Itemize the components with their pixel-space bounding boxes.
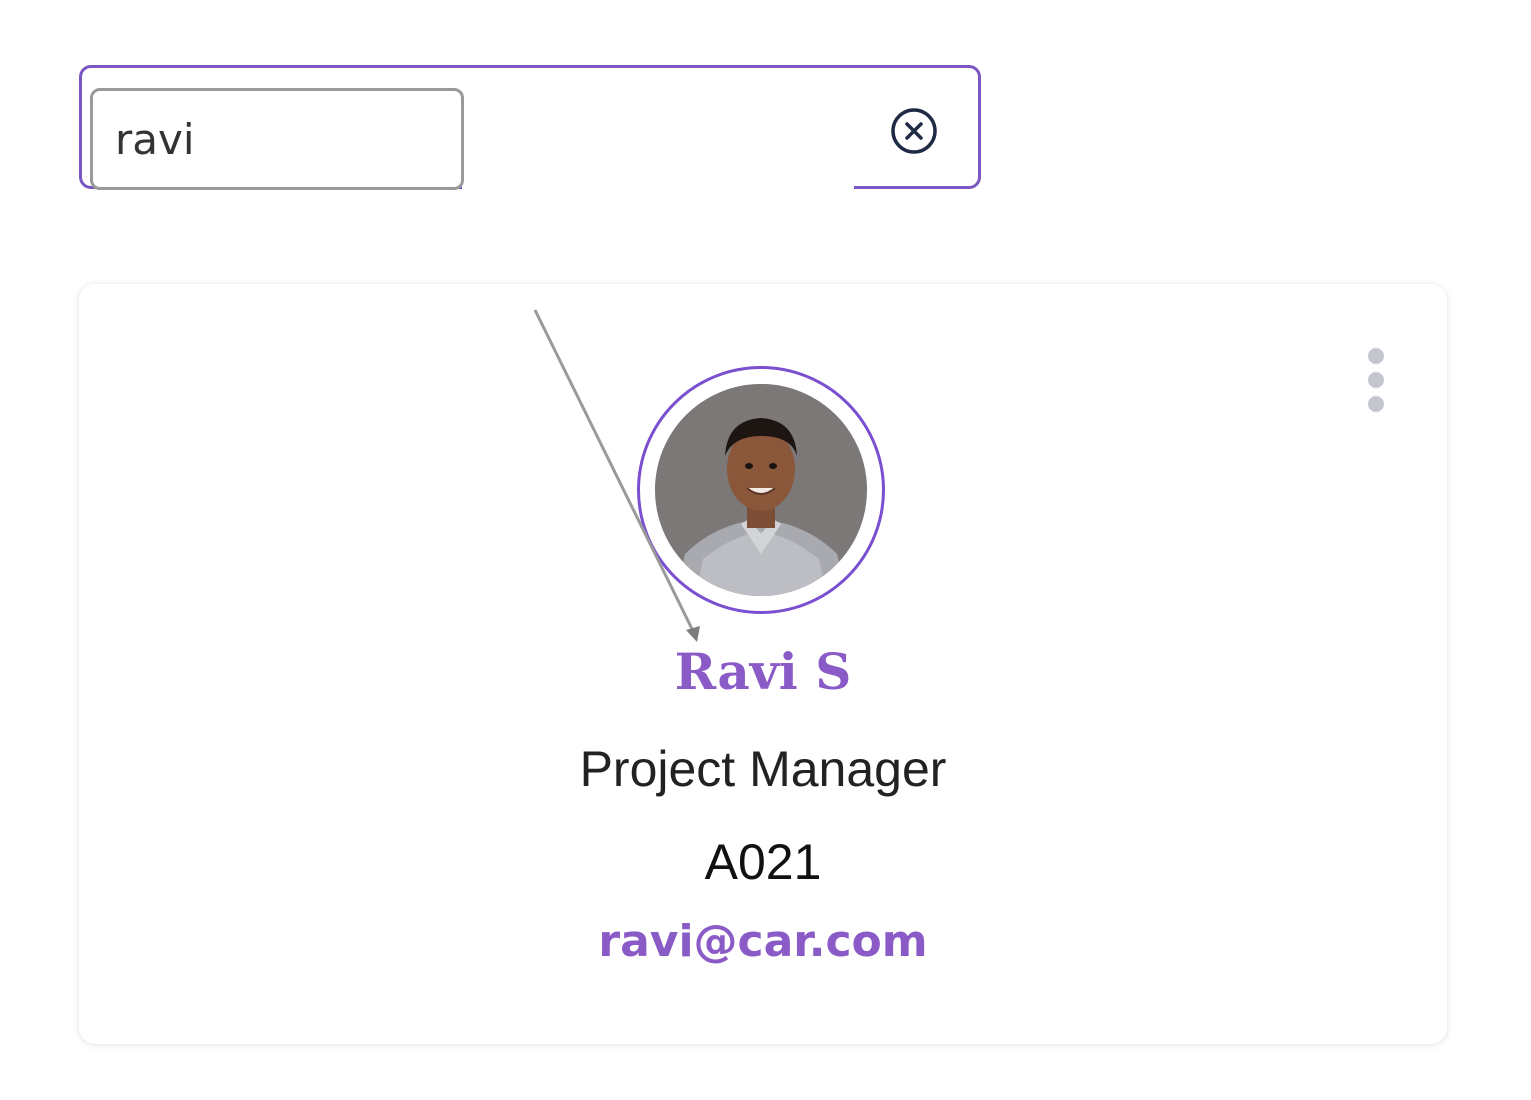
profile-photo xyxy=(655,384,867,596)
clear-search-button[interactable] xyxy=(888,105,940,157)
employee-role: Project Manager xyxy=(579,741,947,797)
employee-id: A021 xyxy=(704,834,822,890)
employee-email[interactable]: ravi@car.com xyxy=(79,916,1447,967)
search-bar xyxy=(79,65,981,190)
circle-x-icon xyxy=(891,108,937,154)
employee-card[interactable]: Ravi S Project Manager A021 ravi@car.com xyxy=(79,284,1447,1044)
employee-name[interactable]: Ravi S xyxy=(79,642,1447,701)
employee-search-page: Ravi S Project Manager A021 ravi@car.com xyxy=(0,0,1531,1100)
kebab-menu-icon[interactable] xyxy=(1361,344,1391,416)
avatar xyxy=(637,366,885,614)
search-input[interactable] xyxy=(90,88,464,190)
